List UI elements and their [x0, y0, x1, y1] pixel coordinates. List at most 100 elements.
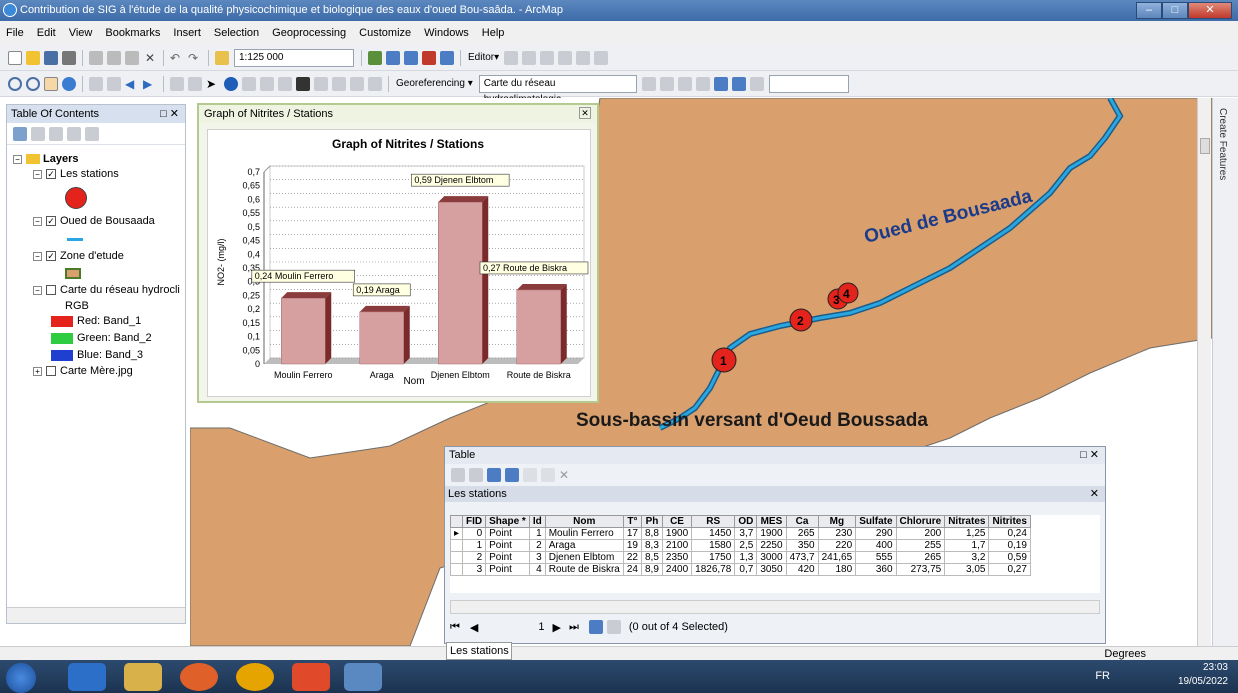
- back-arrow-icon[interactable]: ◀: [125, 77, 139, 91]
- arctoolbox-icon[interactable]: [422, 50, 436, 65]
- add-control-points-icon[interactable]: [641, 76, 656, 91]
- table-cell[interactable]: 2100: [661, 539, 693, 552]
- table-row[interactable]: ▸ 0 Point 1 Moulin Ferrero 17 8,8 1900 1450 3,7 19…: [449, 527, 1031, 540]
- menu-windows[interactable]: Windows: [424, 27, 469, 39]
- table-cell[interactable]: 2: [462, 551, 487, 564]
- menu-bookmarks[interactable]: Bookmarks: [105, 27, 160, 39]
- table-cell[interactable]: 290: [855, 527, 897, 540]
- system-clock[interactable]: 23:03 19/05/2022: [1178, 661, 1228, 689]
- last-record-button[interactable]: ⏭: [569, 621, 579, 634]
- table-options-icon[interactable]: [451, 468, 465, 482]
- checkbox-zone-etude[interactable]: ✓: [46, 251, 56, 262]
- print-icon[interactable]: [62, 50, 76, 65]
- attributes-icon[interactable]: [594, 50, 609, 65]
- arcmap-taskbar-icon[interactable]: [344, 663, 382, 691]
- paste-icon[interactable]: [125, 50, 139, 65]
- table-cell[interactable]: Point: [485, 551, 530, 564]
- redo-icon[interactable]: ↷: [188, 51, 202, 65]
- table-cell[interactable]: 19: [622, 539, 643, 552]
- table-cell[interactable]: 1: [462, 539, 487, 552]
- menu-view[interactable]: View: [69, 27, 93, 39]
- list-by-source-icon[interactable]: [31, 126, 45, 141]
- go-to-xy-icon[interactable]: [332, 76, 346, 91]
- select-elements-icon[interactable]: ➤: [206, 77, 220, 91]
- table-cell[interactable]: 3: [462, 563, 487, 576]
- full-extent-icon[interactable]: [62, 76, 76, 91]
- toc-options-icon[interactable]: [85, 126, 99, 141]
- table-cell[interactable]: 2,5: [734, 539, 758, 552]
- start-button[interactable]: [6, 663, 36, 693]
- menu-file[interactable]: File: [6, 27, 24, 39]
- table-cell[interactable]: Point: [485, 563, 530, 576]
- column-header[interactable]: T°: [622, 515, 643, 528]
- table-cell[interactable]: 1,25: [944, 527, 990, 540]
- zoom-to-layer-icon[interactable]: [749, 76, 764, 91]
- split-tool-icon[interactable]: [558, 50, 573, 65]
- catalog-icon[interactable]: [404, 50, 418, 65]
- checkbox-carte-mere[interactable]: [46, 366, 56, 377]
- maximize-button[interactable]: □: [1162, 2, 1188, 19]
- menu-selection[interactable]: Selection: [214, 27, 259, 39]
- table-cell[interactable]: 2350: [661, 551, 693, 564]
- layers-group[interactable]: − Layers: [13, 153, 78, 165]
- row-selector[interactable]: ▸: [449, 527, 464, 540]
- checkbox-oued-bousaada[interactable]: ✓: [46, 216, 56, 227]
- table-cell[interactable]: 273,75: [895, 563, 946, 576]
- rotate-tool-icon[interactable]: [576, 50, 591, 65]
- menu-help[interactable]: Help: [482, 27, 505, 39]
- clear-table-selection-icon[interactable]: [523, 468, 537, 482]
- media-player-icon[interactable]: [292, 663, 330, 691]
- table-cell[interactable]: 8,5: [641, 551, 663, 564]
- table-cell[interactable]: Point: [485, 539, 530, 552]
- layer-carte-reseau[interactable]: − Carte du réseau hydrocli: [33, 284, 180, 296]
- view-link-table-icon[interactable]: [713, 76, 728, 91]
- column-header[interactable]: CE: [661, 515, 693, 528]
- file-explorer-icon[interactable]: [124, 663, 162, 691]
- time-slider-icon[interactable]: [350, 76, 364, 91]
- georeferencing-menu[interactable]: Georeferencing ▾: [396, 78, 473, 89]
- internet-explorer-icon[interactable]: [68, 663, 106, 691]
- table-cell[interactable]: 17: [622, 527, 643, 540]
- table-cell[interactable]: 1450: [691, 527, 736, 540]
- sketch-tool-icon[interactable]: [522, 50, 537, 65]
- chrome-icon[interactable]: [236, 663, 274, 691]
- current-record-number[interactable]: 1: [538, 621, 544, 633]
- column-header[interactable]: Nitrates: [944, 515, 990, 528]
- column-header[interactable]: Ph: [641, 515, 663, 528]
- table-cell[interactable]: Moulin Ferrero: [544, 527, 624, 540]
- column-header[interactable]: Shape *: [485, 515, 530, 528]
- column-header[interactable]: Id: [528, 515, 546, 528]
- table-horizontal-scrollbar[interactable]: [450, 600, 1100, 614]
- table-row[interactable]: 3 Point 4 Route de Biskra 24 8,9 2400 1826,78 0,…: [449, 563, 1031, 576]
- save-icon[interactable]: [44, 50, 58, 65]
- firefox-icon[interactable]: [180, 663, 218, 691]
- table-cell[interactable]: 3,2: [944, 551, 990, 564]
- column-header[interactable]: RS: [691, 515, 736, 528]
- zoom-out-icon[interactable]: [26, 76, 40, 91]
- table-cell[interactable]: 265: [895, 551, 946, 564]
- table-cell[interactable]: 0: [462, 527, 487, 540]
- column-header[interactable]: Nitrites: [988, 515, 1031, 528]
- table-cell[interactable]: 400: [855, 539, 897, 552]
- find-binoculars-icon[interactable]: [296, 76, 310, 91]
- row-selector[interactable]: [449, 551, 464, 564]
- table-window-close-icon[interactable]: □ ✕: [1080, 447, 1099, 464]
- toc-close-icon[interactable]: □ ✕: [160, 105, 179, 123]
- table-cell[interactable]: 200: [895, 527, 946, 540]
- list-by-selection-icon[interactable]: [67, 126, 81, 141]
- hyperlink-icon[interactable]: [242, 76, 256, 91]
- table-tab-close-icon[interactable]: ✕: [1090, 486, 1099, 502]
- table-cell[interactable]: 1750: [691, 551, 736, 564]
- table-cell[interactable]: 230: [817, 527, 857, 540]
- measure-icon[interactable]: [278, 76, 292, 91]
- language-indicator[interactable]: FR: [1095, 670, 1110, 682]
- menu-insert[interactable]: Insert: [173, 27, 201, 39]
- table-cell[interactable]: 24: [622, 563, 643, 576]
- table-cell[interactable]: 420: [785, 563, 819, 576]
- cut-icon[interactable]: [89, 50, 103, 65]
- editor-toolbar-icon[interactable]: [368, 50, 382, 65]
- table-cell[interactable]: 3000: [756, 551, 787, 564]
- table-cell[interactable]: 22: [622, 551, 643, 564]
- list-by-drawing-order-icon[interactable]: [13, 126, 27, 141]
- table-cell[interactable]: 265: [785, 527, 819, 540]
